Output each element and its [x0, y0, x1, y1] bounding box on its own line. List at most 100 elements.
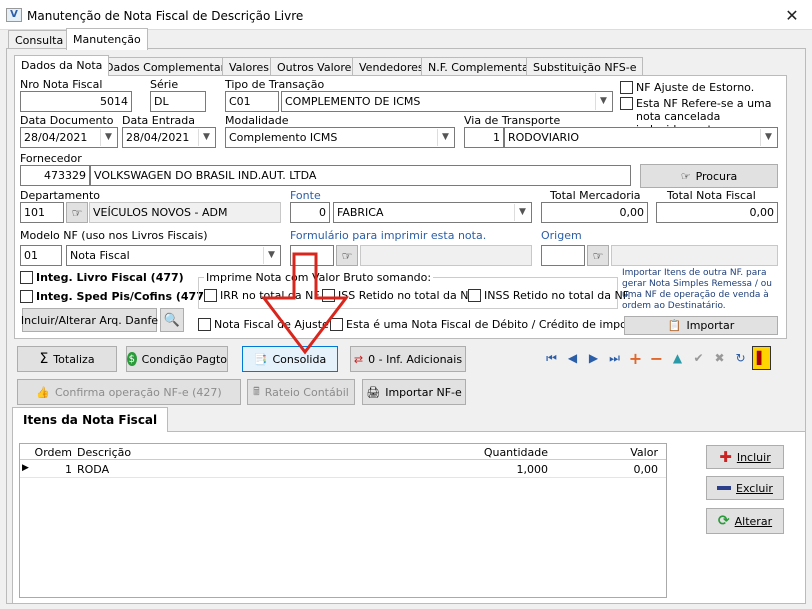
integ-livro-checkbox[interactable]: Integ. Livro Fiscal (477)	[20, 271, 184, 284]
incluir-button[interactable]: ✚ Incluir	[706, 445, 784, 469]
tab-consulta[interactable]: Consulta	[8, 30, 71, 49]
nro-input[interactable]: 5014	[20, 91, 132, 112]
ajuste-estorno-checkbox[interactable]: NF Ajuste de Estorno.	[620, 81, 754, 94]
table-cell-valor[interactable]: 0,00	[560, 463, 659, 476]
last-record-icon[interactable]: ⏭	[605, 346, 624, 370]
inss-checkbox[interactable]: INSS Retido no total da NF.	[468, 289, 631, 302]
table-cell-quantidade[interactable]: 1,000	[470, 463, 549, 476]
rateio-label: Rateio Contábil	[264, 385, 349, 399]
prev-record-icon[interactable]: ◀	[563, 346, 582, 370]
tipo-select[interactable]: COMPLEMENTO DE ICMS ▼	[281, 91, 613, 112]
total-merc-input[interactable]: 0,00	[541, 202, 648, 223]
sigma-icon: Σ	[39, 351, 49, 367]
incluir-danfe-button[interactable]: Incluir/Alterar Arq. Danfe	[21, 308, 158, 332]
edit-icon[interactable]: ▲	[668, 346, 687, 370]
tipo-code-input[interactable]: C01	[225, 91, 279, 112]
pointing-hand-icon: ☞	[71, 205, 83, 220]
formulario-label[interactable]: Formulário para imprimir esta nota.	[290, 229, 486, 242]
origem-lookup-button[interactable]: ☞	[587, 245, 609, 266]
remove-icon[interactable]: −	[647, 346, 666, 370]
table-cell-ordem[interactable]: 1	[34, 463, 72, 476]
chevron-down-icon: ▼	[100, 129, 116, 146]
serie-label: Série	[150, 78, 179, 91]
data-ent-input[interactable]: 28/04/2021 ▼	[122, 127, 216, 148]
data-doc-value: 28/04/2021	[24, 131, 88, 144]
integ-sped-checkbox[interactable]: Integ. Sped Pis/Cofins (477)	[20, 290, 209, 303]
modelo-code-input[interactable]: 01	[20, 245, 62, 266]
departamento-code-input[interactable]: 101	[20, 202, 64, 223]
departamento-lookup-button[interactable]: ☞	[66, 202, 88, 223]
importar-nfe-button[interactable]: 🖨 Importar NF-e	[362, 379, 466, 405]
nf-debito-checkbox[interactable]: Esta é uma Nota Fiscal de Débito / Crédi…	[330, 318, 649, 331]
tab-substituicao-nfse[interactable]: Substituição NFS-e	[526, 57, 644, 77]
condicao-label: Condição Pagto	[141, 352, 227, 366]
fornecedor-nome-input[interactable]: VOLKSWAGEN DO BRASIL IND.AUT. LTDA	[90, 165, 631, 186]
fonte-select[interactable]: FABRICA ▼	[333, 202, 532, 223]
import-icon: 📋	[667, 319, 682, 332]
excluir-label: Excluir	[736, 481, 773, 495]
modalidade-select[interactable]: Complemento ICMS ▼	[225, 127, 455, 148]
checkbox-box	[620, 97, 633, 110]
via-code-input[interactable]: 1	[464, 127, 504, 148]
app-icon: V	[6, 8, 22, 22]
fornecedor-code-input[interactable]: 473329	[20, 165, 90, 186]
total-nf-input[interactable]: 0,00	[656, 202, 778, 223]
inss-label: INSS Retido no total da NF.	[484, 289, 631, 302]
sync-icon: ⟳	[717, 513, 730, 529]
modelo-select[interactable]: Nota Fiscal ▼	[66, 245, 281, 266]
chevron-down-icon: ▼	[437, 129, 453, 146]
col-valor[interactable]: Valor	[560, 446, 658, 459]
data-doc-input[interactable]: 28/04/2021 ▼	[20, 127, 118, 148]
fonte-code-input[interactable]: 0	[290, 202, 330, 223]
condicao-button[interactable]: $ Condição Pagto	[126, 346, 228, 372]
tab-dados-nota[interactable]: Dados da Nota	[14, 55, 110, 76]
alterar-label: Alterar	[734, 514, 773, 528]
close-button[interactable]: ✕	[780, 6, 804, 26]
serie-input[interactable]: DL	[150, 91, 206, 112]
calculator-icon: 🖩	[253, 384, 260, 398]
table-cell-descricao[interactable]: RODA	[77, 463, 109, 476]
checkbox-box	[198, 318, 211, 331]
col-quantidade[interactable]: Quantidade	[470, 446, 548, 459]
departamento-label: Departamento	[20, 189, 101, 202]
search-button[interactable]: 🔍	[160, 308, 184, 332]
confirma-button: 👍 Confirma operação NF-e (427)	[17, 379, 241, 405]
totaliza-button[interactable]: Σ Totaliza	[17, 346, 117, 372]
fornecedor-label: Fornecedor	[20, 152, 82, 165]
tab-valores[interactable]: Valores	[222, 57, 276, 77]
via-select[interactable]: RODOVIARIO ▼	[504, 127, 778, 148]
cancel-icon[interactable]: ✖	[710, 346, 729, 370]
excluir-button[interactable]: Excluir	[706, 476, 784, 500]
alterar-button[interactable]: ⟳ Alterar	[706, 508, 784, 534]
refresh-icon[interactable]: ↻	[731, 346, 750, 370]
modalidade-value: Complemento ICMS	[229, 131, 338, 144]
add-icon[interactable]: +	[626, 346, 645, 370]
col-descricao[interactable]: Descrição	[77, 446, 131, 459]
exit-icon[interactable]: ▌	[752, 346, 771, 370]
nav-toolbar: ⏮ ◀ ▶ ⏭ + − ▲ ✔ ✖ ↻ ▌	[542, 346, 771, 370]
money-icon: $	[127, 352, 137, 366]
via-label: Via de Transporte	[464, 114, 561, 127]
origem-label[interactable]: Origem	[541, 229, 582, 242]
next-record-icon[interactable]: ▶	[584, 346, 603, 370]
fonte-label[interactable]: Fonte	[290, 189, 321, 202]
tipo-select-value: COMPLEMENTO DE ICMS	[285, 95, 421, 108]
confirm-icon[interactable]: ✔	[689, 346, 708, 370]
tab-itens[interactable]: Itens da Nota Fiscal	[12, 407, 169, 432]
departamento-desc: VEÍCULOS NOVOS - ADM	[89, 202, 281, 223]
procura-button[interactable]: ☞ Procura	[640, 164, 778, 188]
tab-manutencao[interactable]: Manutenção	[66, 28, 148, 50]
col-ordem[interactable]: Ordem	[34, 446, 72, 459]
printer-icon: 🖨	[366, 385, 381, 399]
tab-nf-complementar[interactable]: N.F. Complementar	[421, 57, 541, 77]
modelo-label: Modelo NF (uso nos Livros Fiscais)	[20, 229, 208, 242]
modalidade-label: Modalidade	[225, 114, 289, 127]
importar-button[interactable]: 📋 Importar	[624, 316, 778, 335]
tab-outros-valores[interactable]: Outros Valores	[270, 57, 365, 77]
origem-code-input[interactable]	[541, 245, 585, 266]
tab-vendedores[interactable]: Vendedores	[352, 57, 431, 77]
tipo-label: Tipo de Transação	[225, 78, 325, 91]
data-ent-label: Data Entrada	[122, 114, 195, 127]
first-record-icon[interactable]: ⏮	[542, 346, 561, 370]
importar-info: Importar Itens de outra NF. para gerar N…	[622, 268, 772, 311]
